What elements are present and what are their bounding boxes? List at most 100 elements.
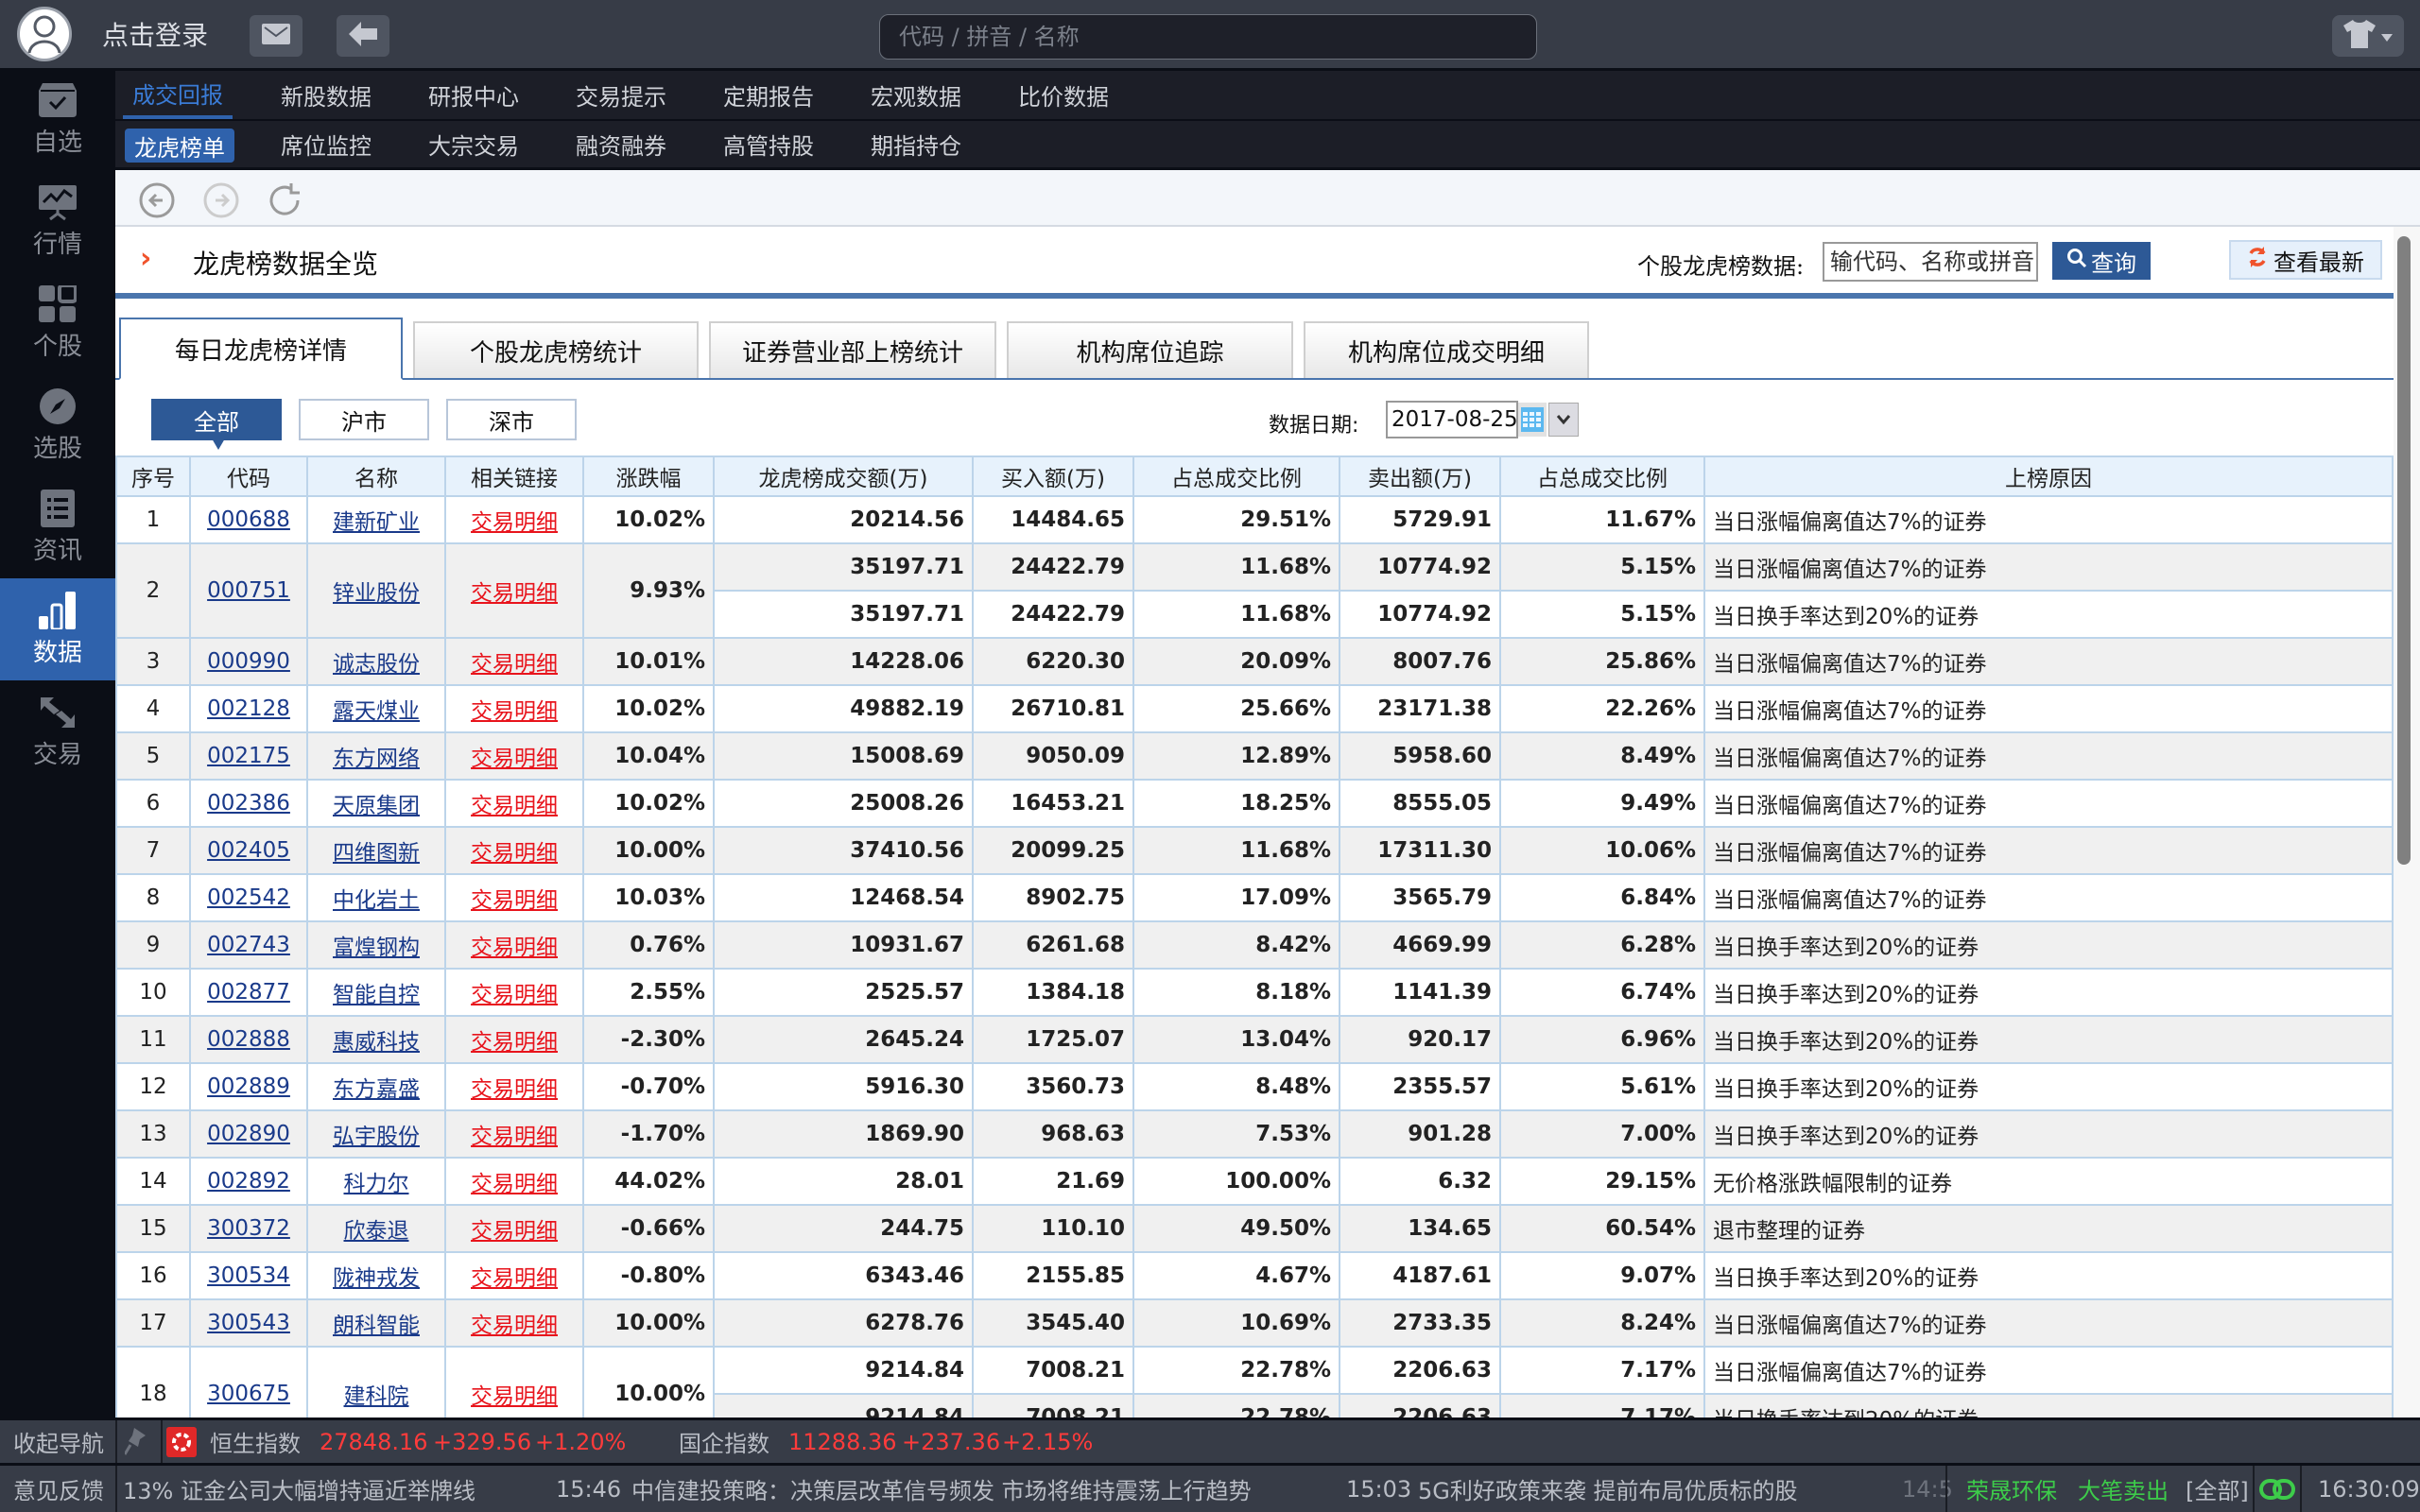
nav-tab-research[interactable]: 研报中心 <box>419 71 528 119</box>
trade-detail-link[interactable]: 交易明细 <box>471 1384 558 1409</box>
cell-name[interactable]: 锌业股份 <box>306 542 446 639</box>
col-header-code[interactable]: 代码 <box>189 455 308 497</box>
tab-broker-stats[interactable]: 证券营业部上榜统计 <box>709 321 996 378</box>
table-row[interactable]: 9 002743 富煌钢构 交易明细 0.76% 10931.67 6261.68 8.42%… <box>115 920 2394 970</box>
cell-code[interactable]: 002405 <box>189 826 308 875</box>
tab-institution-detail[interactable]: 机构席位成交明细 <box>1304 321 1589 378</box>
stock-code-link[interactable]: 300675 <box>207 1382 290 1406</box>
nav-subtab-block-trade[interactable]: 大宗交易 <box>419 121 528 167</box>
nav-subtab-futures-position[interactable]: 期指持仓 <box>861 121 971 167</box>
cell-link[interactable]: 交易明细 <box>444 1204 584 1253</box>
sidebar-item-stock[interactable]: 个股 <box>0 272 115 374</box>
cell-name[interactable]: 四维图新 <box>306 826 446 875</box>
table-row[interactable]: 17 300543 朗科智能 交易明细 10.00% 6278.76 3545.40 10.6… <box>115 1298 2394 1348</box>
trade-detail-link[interactable]: 交易明细 <box>471 794 558 818</box>
cell-code[interactable]: 002542 <box>189 873 308 922</box>
cell-name[interactable]: 东方嘉盛 <box>306 1062 446 1111</box>
stock-code-link[interactable]: 002405 <box>207 838 290 863</box>
market-filter-shenzhen[interactable]: 深市 <box>446 399 577 440</box>
skin-menu-button[interactable] <box>2332 15 2404 57</box>
back-button[interactable] <box>337 15 389 57</box>
table-row[interactable]: 14 002892 科力尔 交易明细 44.02% 28.01 21.69 100.00% 6.… <box>115 1157 2394 1206</box>
user-avatar-icon[interactable] <box>17 7 72 61</box>
table-row[interactable]: 7 002405 四维图新 交易明细 10.00% 37410.56 20099.25 11.… <box>115 826 2394 875</box>
table-row[interactable]: 5 002175 东方网络 交易明细 10.04% 15008.69 9050.09 12.8… <box>115 731 2394 781</box>
col-header-links[interactable]: 相关链接 <box>444 455 584 497</box>
cell-code[interactable]: 002889 <box>189 1062 308 1111</box>
cell-name[interactable]: 朗科智能 <box>306 1298 446 1348</box>
table-row[interactable]: 2 000751 锌业股份 交易明细 9.93% 35197.71 24422.79 11.6… <box>115 542 2394 639</box>
stock-name-link[interactable]: 惠威科技 <box>333 1030 420 1055</box>
stock-code-link[interactable]: 002892 <box>207 1169 290 1194</box>
trade-detail-link[interactable]: 交易明细 <box>471 841 558 866</box>
back-circle-icon[interactable] <box>138 181 176 219</box>
stock-code-link[interactable]: 002743 <box>207 933 290 957</box>
cell-code[interactable]: 002175 <box>189 731 308 781</box>
trade-detail-link[interactable]: 交易明细 <box>471 510 558 535</box>
query-button[interactable]: 查询 <box>2052 242 2151 280</box>
trade-detail-link[interactable]: 交易明细 <box>471 936 558 960</box>
cell-name[interactable]: 东方网络 <box>306 731 446 781</box>
trade-detail-link[interactable]: 交易明细 <box>471 888 558 913</box>
table-row[interactable]: 13 002890 弘宇股份 交易明细 -1.70% 1869.90 968.63 7.53%… <box>115 1109 2394 1159</box>
cell-link[interactable]: 交易明细 <box>444 1109 584 1159</box>
nav-tab-trade-report[interactable]: 成交回报 <box>123 71 233 119</box>
sidebar-item-market[interactable]: 行情 <box>0 170 115 272</box>
cell-code[interactable]: 002128 <box>189 684 308 733</box>
table-row[interactable]: 16 300534 陇神戎发 交易明细 -0.80% 6343.46 2155.85 4.67… <box>115 1251 2394 1300</box>
trade-detail-link[interactable]: 交易明细 <box>471 1172 558 1196</box>
cell-name[interactable]: 建科院 <box>306 1346 446 1418</box>
cell-name[interactable]: 欣泰退 <box>306 1204 446 1253</box>
table-row[interactable]: 4 002128 露天煤业 交易明细 10.02% 49882.19 26710.81 25.… <box>115 684 2394 733</box>
refresh-icon[interactable] <box>267 181 304 219</box>
cell-code[interactable]: 002890 <box>189 1109 308 1159</box>
forward-circle-icon[interactable] <box>202 181 240 219</box>
nav-tab-periodic-reports[interactable]: 定期报告 <box>714 71 823 119</box>
table-row[interactable]: 12 002889 东方嘉盛 交易明细 -0.70% 5916.30 3560.73 8.48… <box>115 1062 2394 1111</box>
cell-link[interactable]: 交易明细 <box>444 637 584 686</box>
nav-subtab-margin[interactable]: 融资融券 <box>566 121 676 167</box>
stock-code-link[interactable]: 300534 <box>207 1263 290 1288</box>
table-row[interactable]: 1 000688 建新矿业 交易明细 10.02% 20214.56 14484.65 29.… <box>115 495 2394 544</box>
cell-link[interactable]: 交易明细 <box>444 1015 584 1064</box>
cell-name[interactable]: 科力尔 <box>306 1157 446 1206</box>
stock-name-link[interactable]: 建科院 <box>344 1384 409 1409</box>
stock-code-link[interactable]: 002877 <box>207 980 290 1005</box>
stock-code-link[interactable]: 002386 <box>207 791 290 816</box>
stock-code-link[interactable]: 300543 <box>207 1311 290 1335</box>
col-header-change[interactable]: 涨跌幅 <box>582 455 715 497</box>
nav-subtab-seat-monitor[interactable]: 席位监控 <box>271 121 381 167</box>
stock-name-link[interactable]: 中化岩土 <box>333 888 420 913</box>
stock-code-link[interactable]: 002889 <box>207 1074 290 1099</box>
nav-tab-macro-data[interactable]: 宏观数据 <box>861 71 971 119</box>
stock-code-link[interactable]: 000688 <box>207 507 290 532</box>
stock-code-link[interactable]: 002542 <box>207 885 290 910</box>
news-item[interactable]: 中信建投策略：决策层改革信号频发 市场将维持震荡上行趋势 <box>631 1466 1252 1512</box>
trade-detail-link[interactable]: 交易明细 <box>471 983 558 1007</box>
trade-detail-link[interactable]: 交易明细 <box>471 1077 558 1102</box>
cell-name[interactable]: 建新矿业 <box>306 495 446 544</box>
nav-tab-trade-tips[interactable]: 交易提示 <box>566 71 676 119</box>
cell-name[interactable]: 智能自控 <box>306 968 446 1017</box>
table-row[interactable]: 3 000990 诚志股份 交易明细 10.01% 14228.06 6220.30 20.0… <box>115 637 2394 686</box>
cell-link[interactable]: 交易明细 <box>444 1251 584 1300</box>
stock-name-link[interactable]: 智能自控 <box>333 983 420 1007</box>
stock-code-link[interactable]: 002890 <box>207 1122 290 1146</box>
cell-link[interactable]: 交易明细 <box>444 731 584 781</box>
cell-link[interactable]: 交易明细 <box>444 873 584 922</box>
date-input[interactable]: 2017-08-25 <box>1386 401 1518 438</box>
feedback-button[interactable]: 意见反馈 <box>13 1466 104 1512</box>
cell-name[interactable]: 诚志股份 <box>306 637 446 686</box>
market-filter-all[interactable]: 全部 <box>151 399 282 450</box>
cell-link[interactable]: 交易明细 <box>444 542 584 639</box>
nav-tab-ipo-data[interactable]: 新股数据 <box>271 71 381 119</box>
table-row[interactable]: 11 002888 惠威科技 交易明细 -2.30% 2645.24 1725.07 13.0… <box>115 1015 2394 1064</box>
sidebar-item-news[interactable]: 资讯 <box>0 476 115 578</box>
stock-name-link[interactable]: 露天煤业 <box>333 699 420 724</box>
index-name-hscei[interactable]: 国企指数 <box>679 1420 769 1463</box>
stock-name-link[interactable]: 天原集团 <box>333 794 420 818</box>
cell-code[interactable]: 300534 <box>189 1251 308 1300</box>
collapse-nav-button[interactable]: 收起导航 <box>13 1420 104 1463</box>
nav-tab-price-compare[interactable]: 比价数据 <box>1009 71 1118 119</box>
stock-code-link[interactable]: 002175 <box>207 744 290 768</box>
